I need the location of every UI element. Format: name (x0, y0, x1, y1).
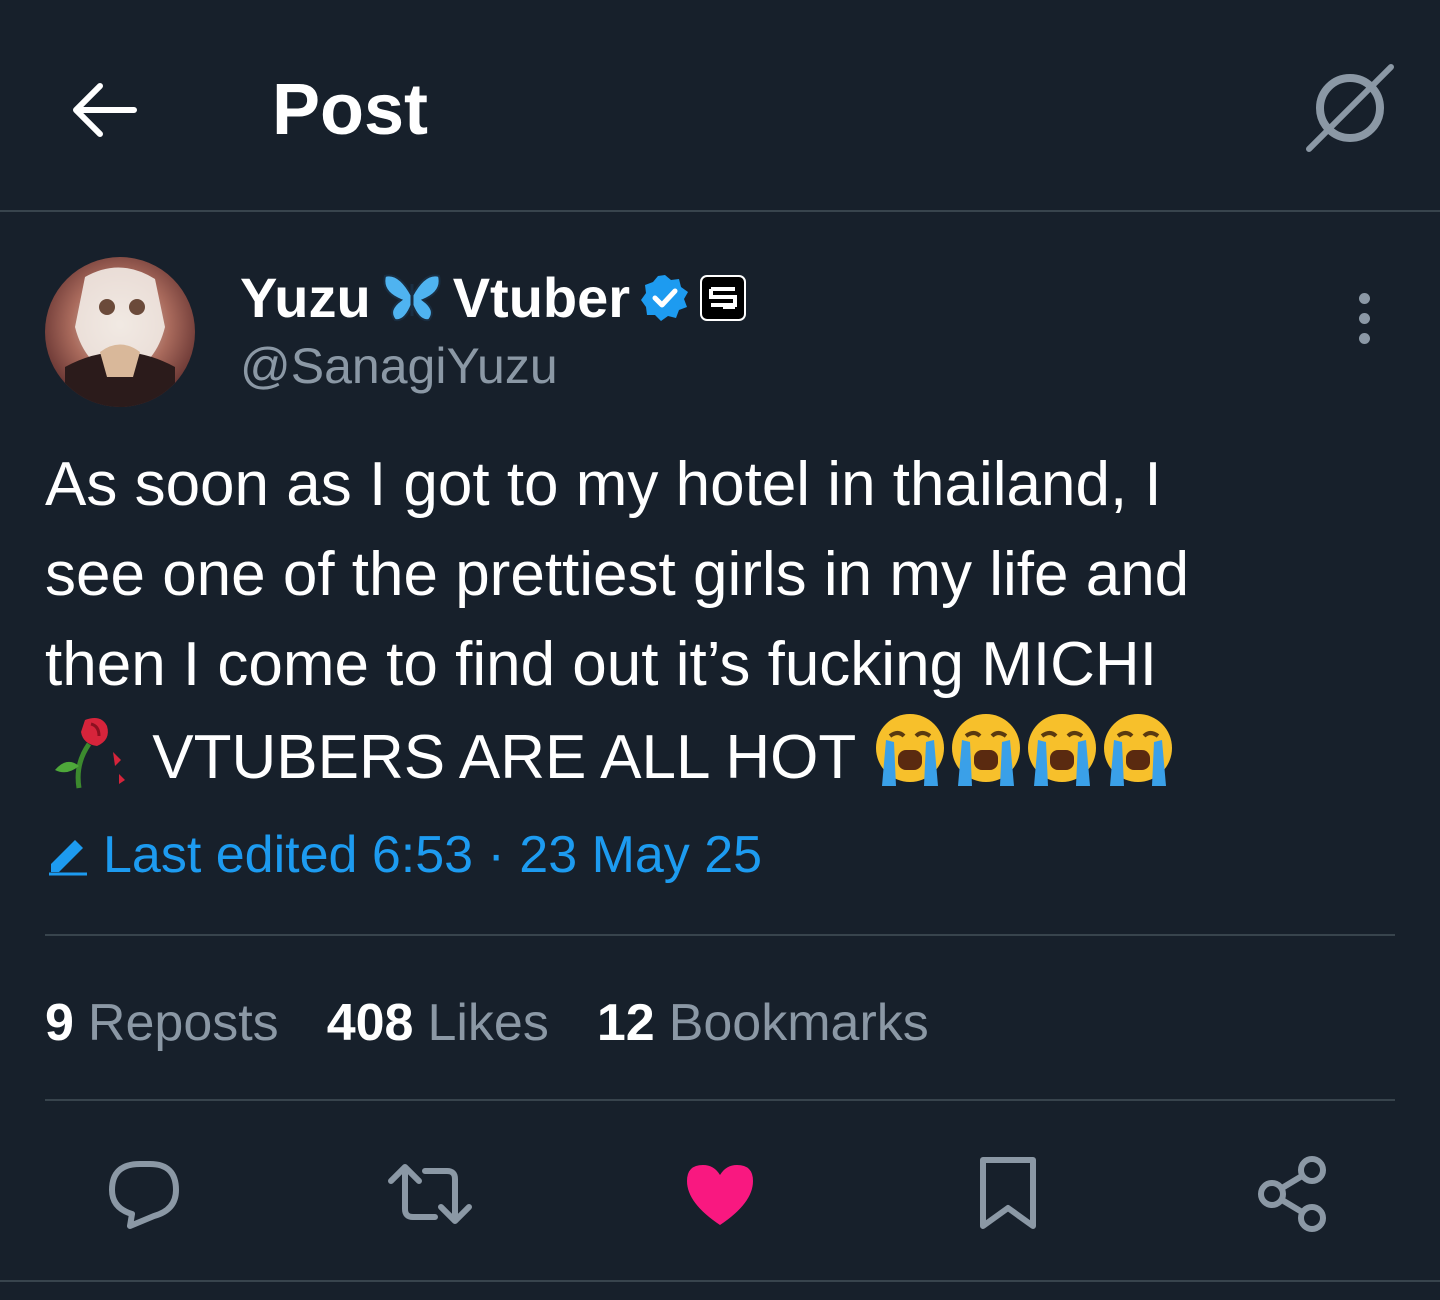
bookmark-icon (980, 1157, 1036, 1229)
reply-button[interactable] (98, 1148, 190, 1240)
post-line: then I come to find out it’s fucking MIC… (45, 630, 1157, 699)
wilted-rose-emoji-icon (55, 718, 125, 789)
heart-icon (687, 1165, 753, 1225)
share-icon (1258, 1156, 1326, 1232)
crying-face-emoji-icon (876, 714, 1173, 786)
reposts-count: 9 (45, 994, 74, 1052)
page-title: Post (272, 70, 429, 150)
author-handle[interactable]: @SanagiYuzu (240, 336, 558, 396)
post-line: As soon as I got to my hotel in thailand… (45, 450, 1162, 519)
reply-icon (109, 1161, 179, 1229)
likes-label: Likes (427, 994, 549, 1052)
back-button[interactable] (62, 70, 148, 150)
post-detail-page: Post Yuzu Vtuber @SanagiYuzu As soon as … (0, 0, 1440, 1300)
bottom-divider (0, 1280, 1440, 1282)
more-options-button[interactable] (1336, 290, 1392, 346)
last-edited-link[interactable]: Last edited 6:53 · 23 May 25 (45, 822, 762, 888)
share-button[interactable] (1248, 1148, 1340, 1240)
engagement-stats: 9 Reposts 408 Likes 12 Bookmarks (45, 990, 929, 1056)
avatar[interactable] (45, 257, 195, 407)
bookmarks-count: 12 (596, 994, 655, 1052)
post-line-with-emoji: VTUBERS ARE ALL HOT (45, 710, 1405, 800)
bookmarks-label: Bookmarks (668, 994, 929, 1052)
author-name-second: Vtuber (452, 266, 631, 329)
post-line-text: VTUBERS ARE ALL HOT (152, 723, 856, 792)
pencil-edit-icon (49, 840, 87, 876)
likes-stat[interactable]: 408 Likes (327, 990, 549, 1056)
verified-badge-icon (641, 275, 689, 321)
author-name-first: Yuzu (240, 266, 371, 329)
more-options-dot (1358, 332, 1370, 344)
bookmark-button[interactable] (962, 1148, 1054, 1240)
last-edited-text: Last edited 6:53 · 23 May 25 (103, 826, 763, 884)
divider (45, 1099, 1395, 1101)
repost-button[interactable] (384, 1148, 476, 1240)
reposts-stat[interactable]: 9 Reposts (45, 990, 279, 1056)
like-button[interactable] (674, 1148, 766, 1240)
likes-count: 408 (326, 994, 414, 1052)
more-options-icon (1358, 292, 1370, 304)
affiliate-badge-icon (700, 275, 747, 321)
repost-icon (388, 1164, 472, 1224)
top-bar: Post (0, 0, 1440, 212)
avatar-image (45, 257, 195, 407)
butterfly-icon (383, 274, 441, 322)
grok-button[interactable] (1300, 58, 1400, 158)
author-name-row[interactable]: Yuzu Vtuber (240, 266, 747, 330)
bookmarks-stat[interactable]: 12 Bookmarks (597, 990, 929, 1056)
post-line: see one of the prettiest girls in my lif… (45, 540, 1190, 609)
back-arrow-icon (73, 83, 137, 137)
more-options-dot (1358, 312, 1370, 324)
post-text: As soon as I got to my hotel in thailand… (45, 440, 1405, 800)
reposts-label: Reposts (87, 994, 279, 1052)
divider (45, 934, 1395, 936)
grok-icon (1306, 64, 1394, 152)
